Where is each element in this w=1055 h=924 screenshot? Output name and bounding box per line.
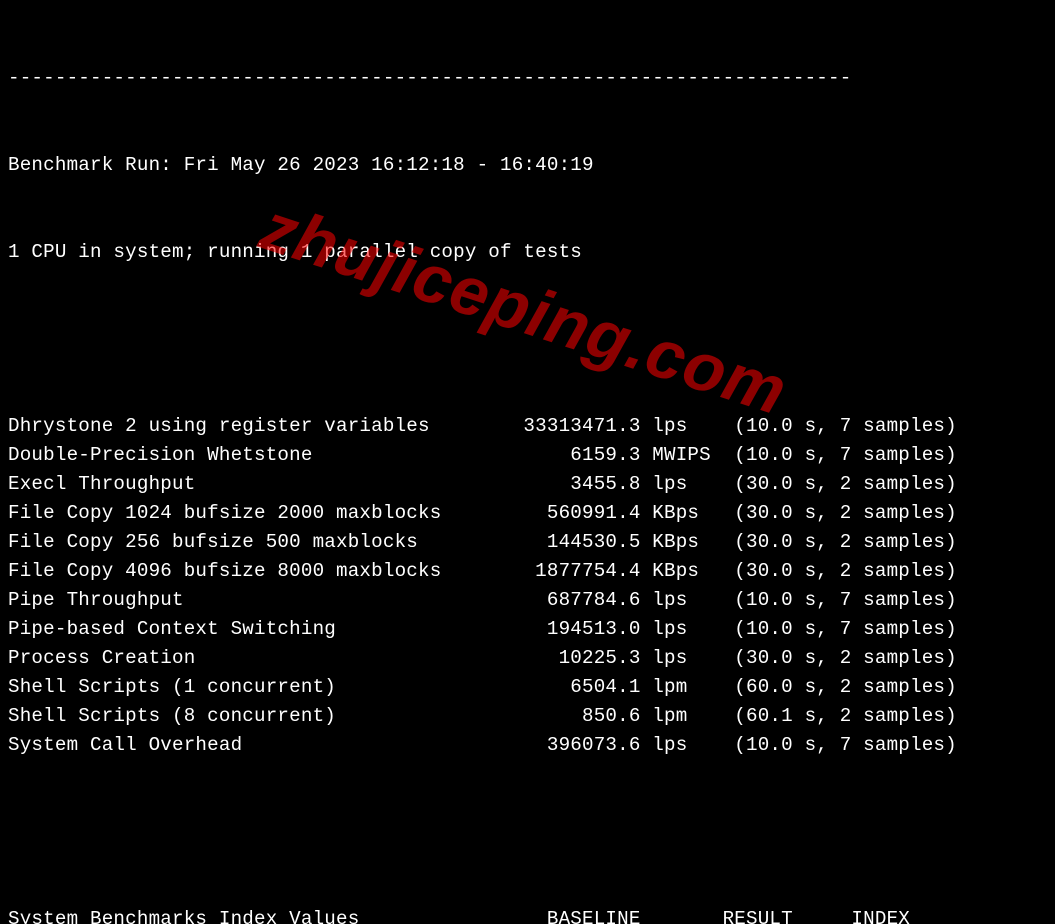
benchmark-line: Process Creation 10225.3 lps (30.0 s, 2 …: [8, 644, 1047, 673]
benchmark-line: File Copy 1024 bufsize 2000 maxblocks 56…: [8, 499, 1047, 528]
benchmark-line: [8, 325, 1047, 354]
benchmark-line: Benchmark Run: Fri May 26 2023 16:12:18 …: [8, 151, 1047, 180]
benchmark-line: System Call Overhead 396073.6 lps (10.0 …: [8, 731, 1047, 760]
terminal-output[interactable]: ----------------------------------------…: [0, 0, 1055, 924]
benchmark-line: ----------------------------------------…: [8, 64, 1047, 93]
benchmark-line: Pipe-based Context Switching 194513.0 lp…: [8, 615, 1047, 644]
benchmark-line: Pipe Throughput 687784.6 lps (10.0 s, 7 …: [8, 586, 1047, 615]
benchmark-line: Execl Throughput 3455.8 lps (30.0 s, 2 s…: [8, 470, 1047, 499]
tests-block: Dhrystone 2 using register variables 333…: [8, 412, 1047, 760]
benchmark-line: 1 CPU in system; running 1 parallel copy…: [8, 238, 1047, 267]
benchmark-line: Double-Precision Whetstone 6159.3 MWIPS …: [8, 441, 1047, 470]
benchmark-line: Shell Scripts (1 concurrent) 6504.1 lpm …: [8, 673, 1047, 702]
benchmark-line: [8, 818, 1047, 847]
benchmark-line: System Benchmarks Index Values BASELINE …: [8, 905, 1047, 924]
benchmark-line: Shell Scripts (8 concurrent) 850.6 lpm (…: [8, 702, 1047, 731]
benchmark-line: Dhrystone 2 using register variables 333…: [8, 412, 1047, 441]
benchmark-line: File Copy 256 bufsize 500 maxblocks 1445…: [8, 528, 1047, 557]
benchmark-line: File Copy 4096 bufsize 8000 maxblocks 18…: [8, 557, 1047, 586]
